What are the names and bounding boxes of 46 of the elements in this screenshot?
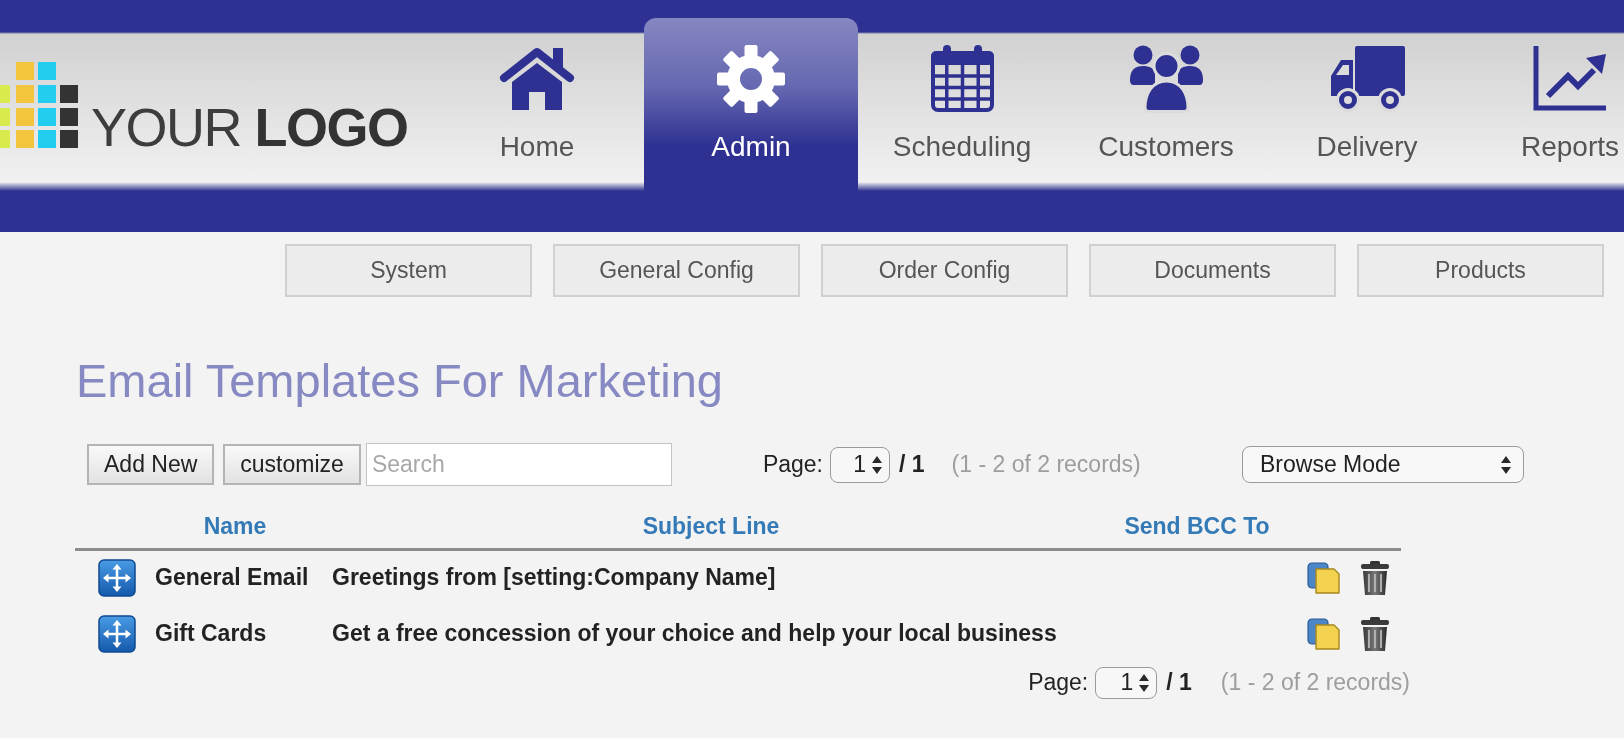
truck-icon [1329,44,1405,114]
line-chart-icon [1532,44,1608,114]
subnav-tab[interactable]: Order Config [821,244,1068,297]
nav-tab[interactable]: Delivery [1266,18,1468,232]
people-icon [1129,44,1203,114]
calendar-icon [928,44,996,114]
mode-select[interactable]: Browse Mode [1242,446,1524,483]
logo-text: YOUR LOGO [91,100,408,154]
record-count: (1 - 2 of 2 records) [1220,668,1410,697]
table-cell: General Email [145,549,325,606]
page-number-field[interactable]: 1 [1095,666,1158,699]
gear-icon [715,44,787,114]
search-field[interactable]: Search [365,443,672,486]
column-header[interactable]: Subject Line [325,505,1097,550]
page-number-field[interactable]: 1 [830,446,890,483]
toolbar-button[interactable]: customize [223,444,361,485]
subnav-tab[interactable]: General Config [553,244,800,297]
column-header[interactable]: Name [145,505,325,550]
page-label: Page: [762,450,823,479]
column-header[interactable]: Send BCC To [1097,505,1297,550]
up-down-arrows-icon [1501,454,1511,475]
documents-icon[interactable] [1306,615,1342,652]
subnav-tab[interactable]: System [285,244,532,297]
up-down-arrows-icon [1139,672,1150,693]
table-cell-text: Gift Cards [154,618,268,648]
nav-tab[interactable]: Customers [1066,18,1266,232]
toolbar-button[interactable]: Add New [87,444,215,485]
page-label: Page: [1028,668,1089,697]
nav-tab[interactable]: Scheduling [858,18,1066,232]
page-title: Email Templates For Marketing [76,353,724,409]
trash-can-icon[interactable] [1360,615,1390,652]
nav-tab[interactable]: Reports [1468,18,1624,232]
subnav-tab[interactable]: Products [1357,244,1604,297]
documents-icon[interactable] [1306,560,1342,597]
table-cell-text: Get a free concession of your choice and help your local business [331,618,1058,648]
record-count: (1 - 2 of 2 records) [951,450,1141,479]
page-total: / 1 [899,450,925,479]
subnav-tab[interactable]: Documents [1089,244,1336,297]
table-cell: Greetings from [setting:Company Name] [325,549,1097,606]
up-down-arrows-icon [872,454,882,475]
trash-can-icon[interactable] [1360,560,1390,597]
nav-tab[interactable]: Home [430,18,644,232]
page-total: / 1 [1166,668,1192,697]
four-way-arrows-icon[interactable] [98,614,136,653]
logo-squares-icon [0,62,78,148]
four-way-arrows-icon[interactable] [98,559,136,598]
